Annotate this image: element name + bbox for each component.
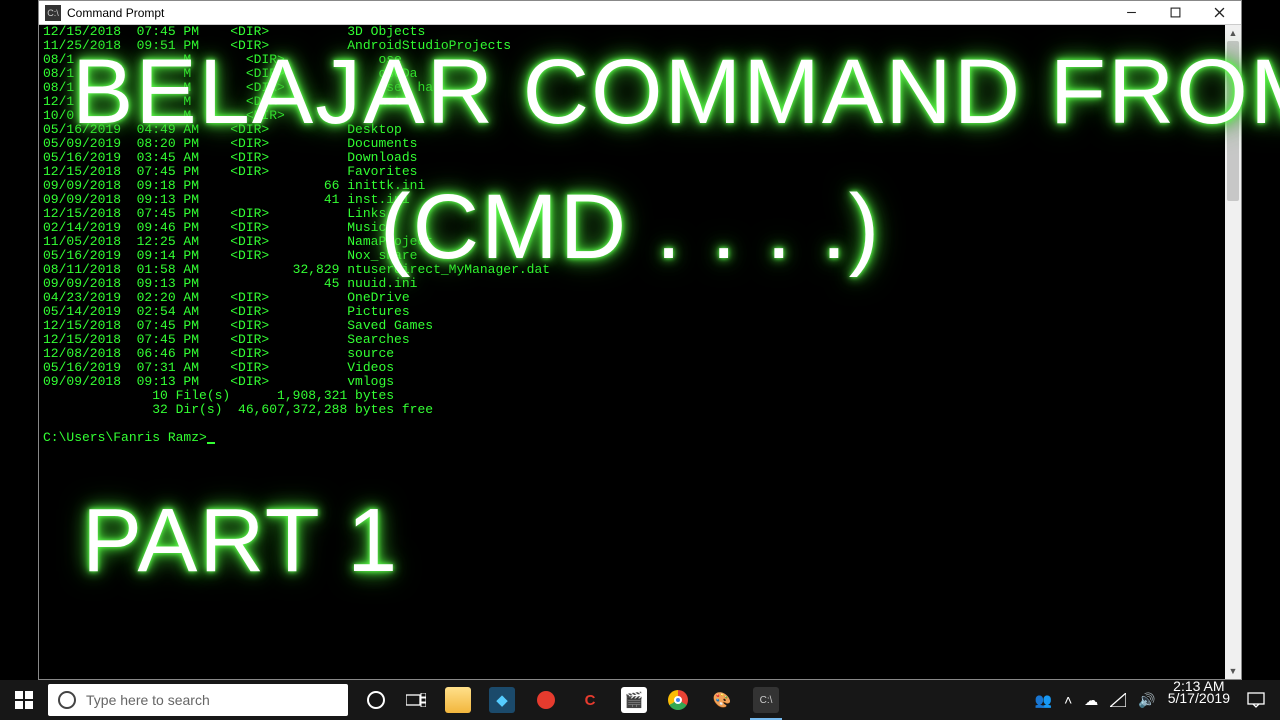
scrollbar[interactable]: ▲ ▼ (1225, 25, 1241, 679)
clock-date: 5/17/2019 (1168, 692, 1230, 704)
cmd-taskbar-icon: C:\ (753, 687, 779, 713)
app-ccleaner[interactable]: C (568, 680, 612, 720)
app-cmd-active[interactable]: C:\ (744, 680, 788, 720)
onedrive-icon[interactable]: ☁ (1078, 680, 1104, 720)
app-paint[interactable]: 🎨 (700, 680, 744, 720)
app-icon: ◆ (489, 687, 515, 713)
cortana-icon (367, 691, 385, 709)
people-icon[interactable]: 👥 (1029, 680, 1058, 720)
titlebar[interactable]: C:\ Command Prompt (39, 1, 1241, 25)
scroll-up-button[interactable]: ▲ (1225, 25, 1241, 41)
cmd-icon: C:\ (45, 5, 61, 21)
search-placeholder: Type here to search (86, 692, 210, 708)
cursor (207, 442, 215, 444)
prompt-line[interactable]: C:\Users\Fanris Ramz> (43, 431, 1221, 445)
system-tray: 👥 ˄ ☁ 🔊 2:13 AM 5/17/2019 (1029, 680, 1280, 720)
terminal-output[interactable]: 12/15/2018 07:45 PM <DIR> 3D Objects 11/… (39, 25, 1225, 679)
clapper-icon: 🎬 (621, 687, 647, 713)
scroll-down-button[interactable]: ▼ (1225, 663, 1241, 679)
window-title: Command Prompt (67, 6, 1109, 20)
minimize-button[interactable] (1109, 1, 1153, 24)
app-chrome[interactable] (656, 680, 700, 720)
taskbar: Type here to search ◆ C 🎬 🎨 C:\ 👥 ˄ ☁ 🔊 … (0, 680, 1280, 720)
app-record[interactable] (524, 680, 568, 720)
app-generic-1[interactable]: ◆ (480, 680, 524, 720)
app-file-explorer[interactable] (436, 680, 480, 720)
maximize-button[interactable] (1153, 1, 1197, 24)
ccleaner-icon: C (577, 687, 603, 713)
chrome-icon (665, 687, 691, 713)
network-icon[interactable] (1104, 680, 1132, 720)
record-icon (533, 687, 559, 713)
search-icon (58, 691, 76, 709)
cortana-button[interactable] (356, 680, 396, 720)
app-movies[interactable]: 🎬 (612, 680, 656, 720)
action-center-button[interactable] (1236, 680, 1276, 720)
clock[interactable]: 2:13 AM 5/17/2019 (1162, 680, 1236, 720)
folder-icon (445, 687, 471, 713)
volume-icon[interactable]: 🔊 (1132, 680, 1161, 720)
close-button[interactable] (1197, 1, 1241, 24)
start-button[interactable] (0, 680, 48, 720)
palette-icon: 🎨 (709, 687, 735, 713)
scroll-thumb[interactable] (1227, 41, 1239, 201)
tray-expand-icon[interactable]: ˄ (1058, 680, 1078, 720)
task-view-button[interactable] (396, 680, 436, 720)
search-box[interactable]: Type here to search (48, 684, 348, 716)
command-prompt-window: C:\ Command Prompt 12/15/2018 07:45 PM <… (38, 0, 1242, 680)
